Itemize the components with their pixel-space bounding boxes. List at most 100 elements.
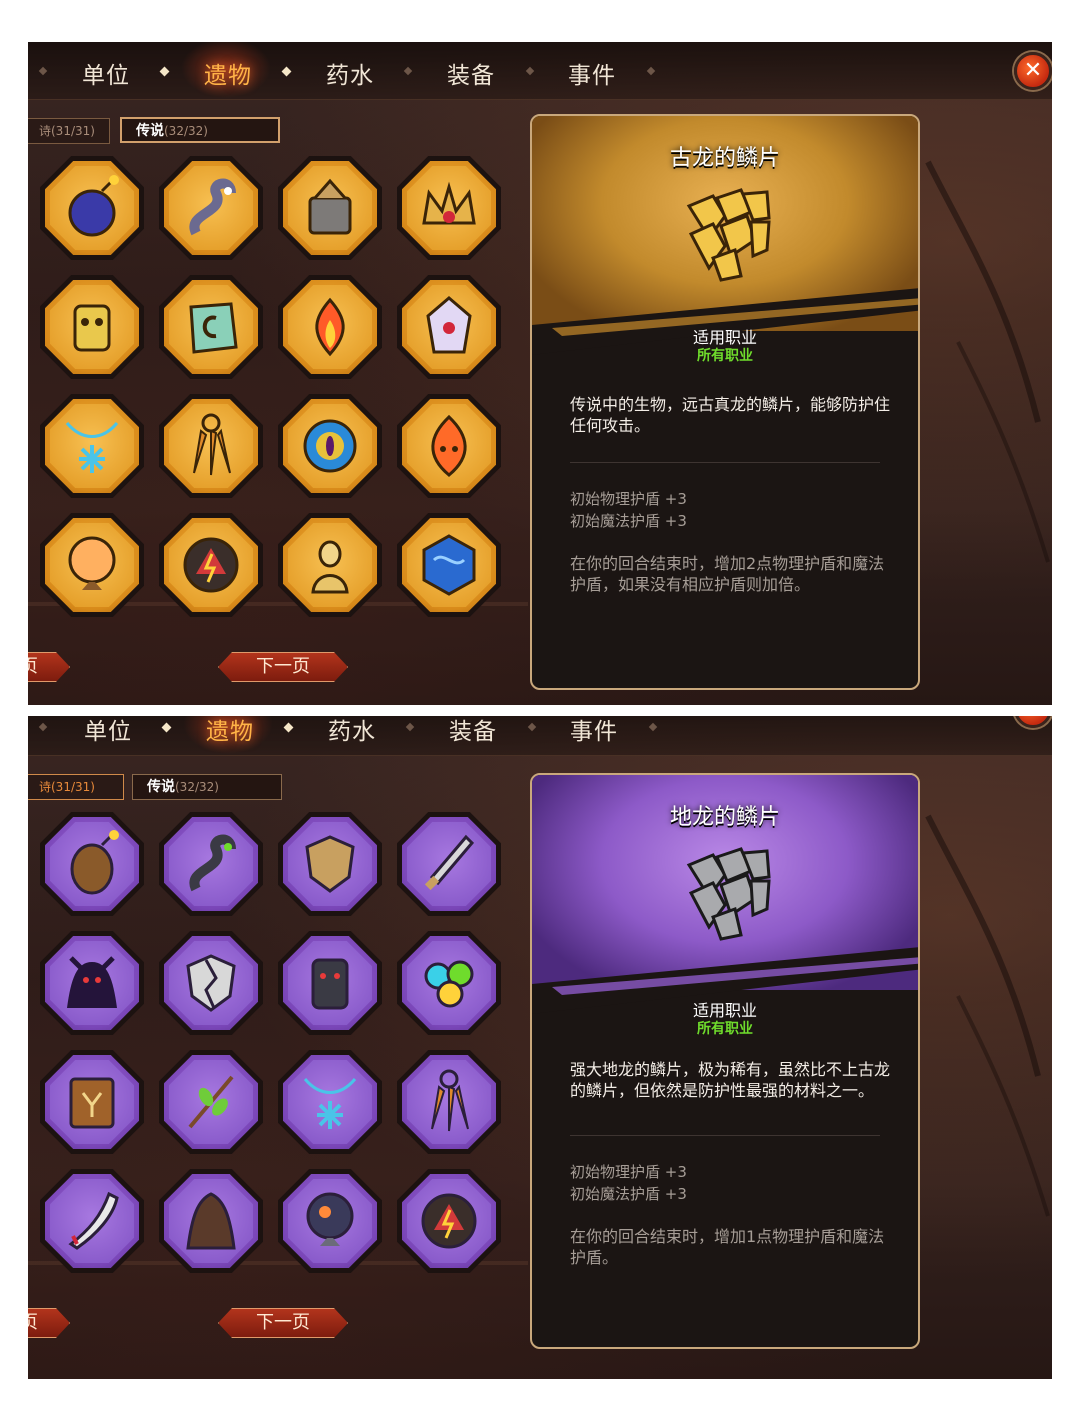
golden-idol-icon	[73, 304, 111, 352]
planet-orb-icon	[306, 1192, 354, 1246]
relic-slot[interactable]	[278, 1169, 382, 1273]
relic-slot[interactable]	[159, 394, 263, 498]
tab-separator	[646, 66, 656, 76]
dagger-icon	[424, 834, 475, 891]
gray-scales-icon	[686, 847, 771, 941]
relic-slot[interactable]	[278, 1050, 382, 1154]
tab-separator	[159, 66, 170, 77]
relic-slot[interactable]	[159, 931, 263, 1035]
tab-separator	[648, 722, 658, 732]
relic-slot[interactable]	[278, 513, 382, 617]
tab-separator	[161, 722, 172, 733]
relic-slot[interactable]	[278, 156, 382, 260]
relic-slot[interactable]	[397, 513, 501, 617]
gems-icon	[424, 960, 474, 1008]
relic-slot[interactable]	[40, 1050, 144, 1154]
rarity-tab-legendary[interactable]: 传说(32/32)	[132, 774, 282, 800]
tab-separator	[525, 66, 535, 76]
relic-slot[interactable]	[40, 513, 144, 617]
relic-slot[interactable]	[278, 275, 382, 379]
relic-slot[interactable]	[159, 812, 263, 916]
stat-magic-shield: 初始魔法护盾 +3	[570, 512, 687, 530]
tab-relics[interactable]: 遗物	[206, 716, 254, 746]
spellbook-icon	[69, 1077, 115, 1129]
relic-slot[interactable]	[40, 394, 144, 498]
relic-screen-legendary-gold: 单位 遗物 药水 装备 事件 ✕ 诗(31/31) 传说(32/32) 页 下一…	[28, 42, 1052, 705]
blade-icon	[68, 1191, 119, 1250]
next-page-button[interactable]: 下一页	[218, 1308, 348, 1338]
relic-slot[interactable]	[159, 1050, 263, 1154]
relic-slot[interactable]	[278, 812, 382, 916]
broken-shield-icon	[186, 954, 236, 1012]
barrel-bomb-icon	[70, 830, 119, 895]
relic-slot[interactable]	[397, 1050, 501, 1154]
tab-separator	[403, 66, 413, 76]
relic-slot[interactable]	[159, 1169, 263, 1273]
tab-equipment[interactable]: 装备	[449, 716, 497, 746]
close-icon[interactable]: ✕	[1014, 52, 1052, 90]
dark-snake-icon	[189, 834, 236, 892]
goddess-statue-icon	[311, 540, 349, 594]
tab-events[interactable]: 事件	[570, 716, 618, 746]
golden-scales-icon	[686, 188, 771, 282]
relic-slot[interactable]	[278, 394, 382, 498]
rune-disk-icon	[183, 537, 239, 593]
rarity-count: (32/32)	[175, 780, 219, 794]
relic-slot[interactable]	[397, 156, 501, 260]
tab-potions[interactable]: 药水	[328, 716, 376, 746]
relic-slot[interactable]	[397, 931, 501, 1035]
relic-slot[interactable]	[159, 275, 263, 379]
relic-slot[interactable]	[397, 394, 501, 498]
relic-slot[interactable]	[40, 812, 144, 916]
tab-relics[interactable]: 遗物	[204, 56, 252, 90]
rarity-tab-legendary[interactable]: 传说(32/32)	[120, 117, 280, 143]
tab-units[interactable]: 单位	[82, 56, 130, 90]
vortex-eye-icon	[303, 419, 357, 473]
tab-separator	[38, 722, 48, 732]
relic-slot[interactable]	[159, 156, 263, 260]
class-requirement-value: 所有职业	[697, 1021, 753, 1037]
stat-physical-shield: 初始物理护盾 +3	[570, 490, 687, 508]
tab-units[interactable]: 单位	[84, 716, 132, 746]
relic-slot[interactable]	[40, 156, 144, 260]
rune-stone-icon	[189, 302, 238, 354]
close-icon[interactable]: ✕	[1014, 716, 1052, 728]
fire-spirit-icon	[431, 414, 467, 477]
crystal-icon	[426, 296, 472, 354]
snowflake-necklace-icon	[65, 422, 119, 473]
snake-icon	[189, 178, 236, 236]
bomb-icon	[68, 175, 119, 237]
relic-title: 古龙的鳞片	[669, 146, 780, 171]
rarity-label: 传说	[136, 123, 164, 139]
relic-effect: 在你的回合结束时，增加2点物理护盾和魔法护盾，如果没有相应护盾则加倍。	[570, 554, 885, 594]
relic-slot[interactable]	[397, 1169, 501, 1273]
tab-equipment[interactable]: 装备	[447, 56, 495, 90]
rarity-tab-epic[interactable]: 诗(31/31)	[28, 774, 124, 800]
relic-slot[interactable]	[397, 812, 501, 916]
next-page-button[interactable]: 下一页	[218, 652, 348, 682]
tab-separator	[283, 722, 294, 733]
stat-physical-shield: 初始物理护盾 +3	[570, 1163, 687, 1181]
rarity-tab-epic[interactable]: 诗(31/31)	[28, 118, 110, 144]
relic-screen-legendary-purple: 单位 遗物 药水 装备 事件 ✕ 诗(31/31) 传说(32/32) 页 下一…	[28, 716, 1052, 1379]
relic-slot[interactable]	[159, 513, 263, 617]
relic-slot[interactable]	[40, 931, 144, 1035]
prev-page-button[interactable]: 页	[28, 652, 70, 682]
relic-detail-card: 古龙的鳞片 适用职业 所有职业 传说中的生物，远古真龙的鳞片，能够防护住任何攻击…	[530, 114, 920, 690]
rarity-count: 诗(31/31)	[39, 780, 95, 794]
relic-slot[interactable]	[40, 275, 144, 379]
relic-effect: 在你的回合结束时，增加1点物理护盾和魔法护盾。	[570, 1227, 885, 1267]
relic-slot[interactable]	[397, 275, 501, 379]
divider	[570, 1135, 880, 1136]
tab-separator	[527, 722, 537, 732]
relic-slot[interactable]	[40, 1169, 144, 1273]
tab-potions[interactable]: 药水	[326, 56, 374, 90]
rarity-count: 诗(31/31)	[39, 124, 95, 138]
tab-separator	[38, 66, 48, 76]
feather-charm-icon	[193, 413, 231, 476]
crown-icon	[422, 181, 476, 225]
dark-idol-icon	[311, 958, 349, 1010]
prev-page-button[interactable]: 页	[28, 1308, 70, 1338]
tab-events[interactable]: 事件	[568, 56, 616, 90]
relic-slot[interactable]	[278, 931, 382, 1035]
